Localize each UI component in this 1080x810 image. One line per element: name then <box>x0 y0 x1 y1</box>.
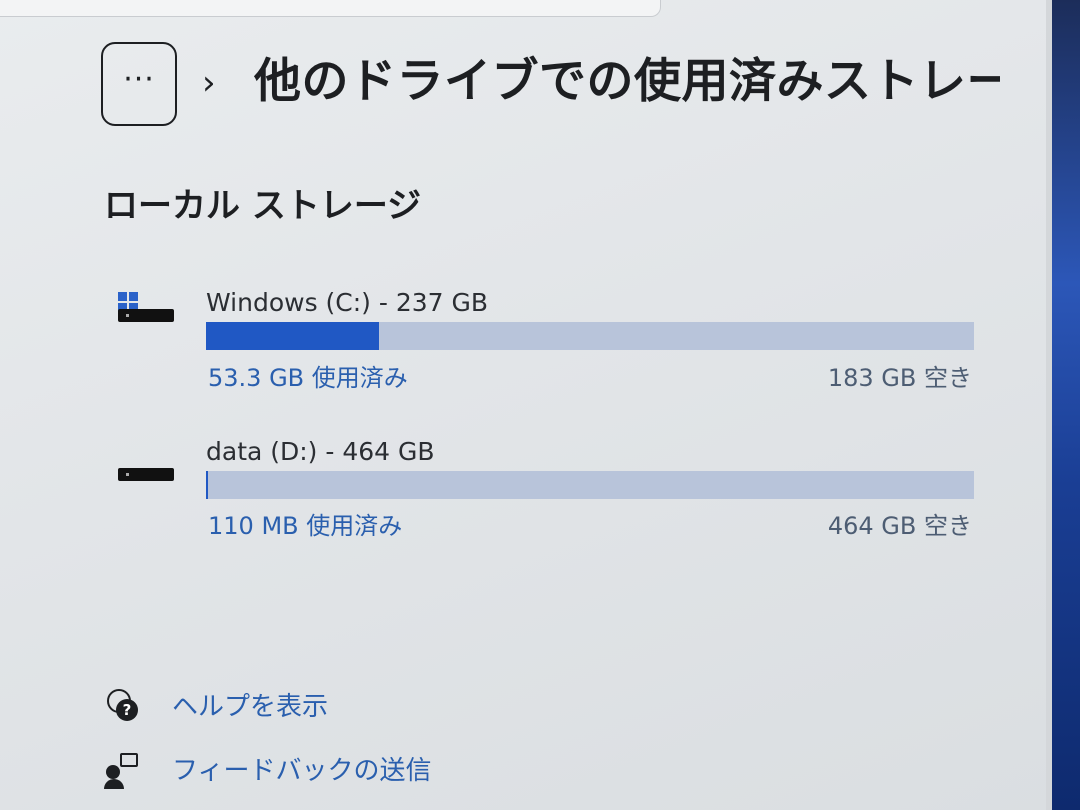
feedback-link-label: フィードバックの送信 <box>172 756 432 786</box>
usage-bar-fill <box>206 322 379 350</box>
page-title: 他のドライブでの使用済みストレージ <box>254 54 1000 109</box>
breadcrumb-chevron-icon: › <box>202 63 216 103</box>
breadcrumb-more-button[interactable]: ··· <box>101 42 177 126</box>
used-space: 110 MB 使用済み <box>208 512 403 540</box>
drive-name: data (D:) - 464 GB <box>206 437 435 466</box>
feedback-link[interactable]: フィードバックの送信 <box>104 750 432 789</box>
window-top-edge <box>0 0 661 17</box>
free-space: 183 GB 空き <box>827 364 972 392</box>
usage-bar <box>206 471 974 499</box>
section-title-local-storage: ローカル ストレージ <box>104 186 422 226</box>
usage-bar-fill <box>206 471 208 499</box>
feedback-icon <box>104 751 140 789</box>
help-link[interactable]: ? ヘルプを表示 <box>104 686 328 723</box>
windows-drive-icon <box>118 292 174 322</box>
used-space: 53.3 GB 使用済み <box>208 364 408 392</box>
desktop-background-edge <box>1046 0 1080 810</box>
usage-bar <box>206 322 974 350</box>
help-link-label: ヘルプを表示 <box>172 692 329 722</box>
free-space: 464 GB 空き <box>827 512 972 540</box>
help-icon: ? <box>104 687 140 723</box>
drive-name: Windows (C:) - 237 GB <box>206 288 489 317</box>
more-icon: ··· <box>123 62 155 97</box>
drive-icon <box>118 462 174 492</box>
